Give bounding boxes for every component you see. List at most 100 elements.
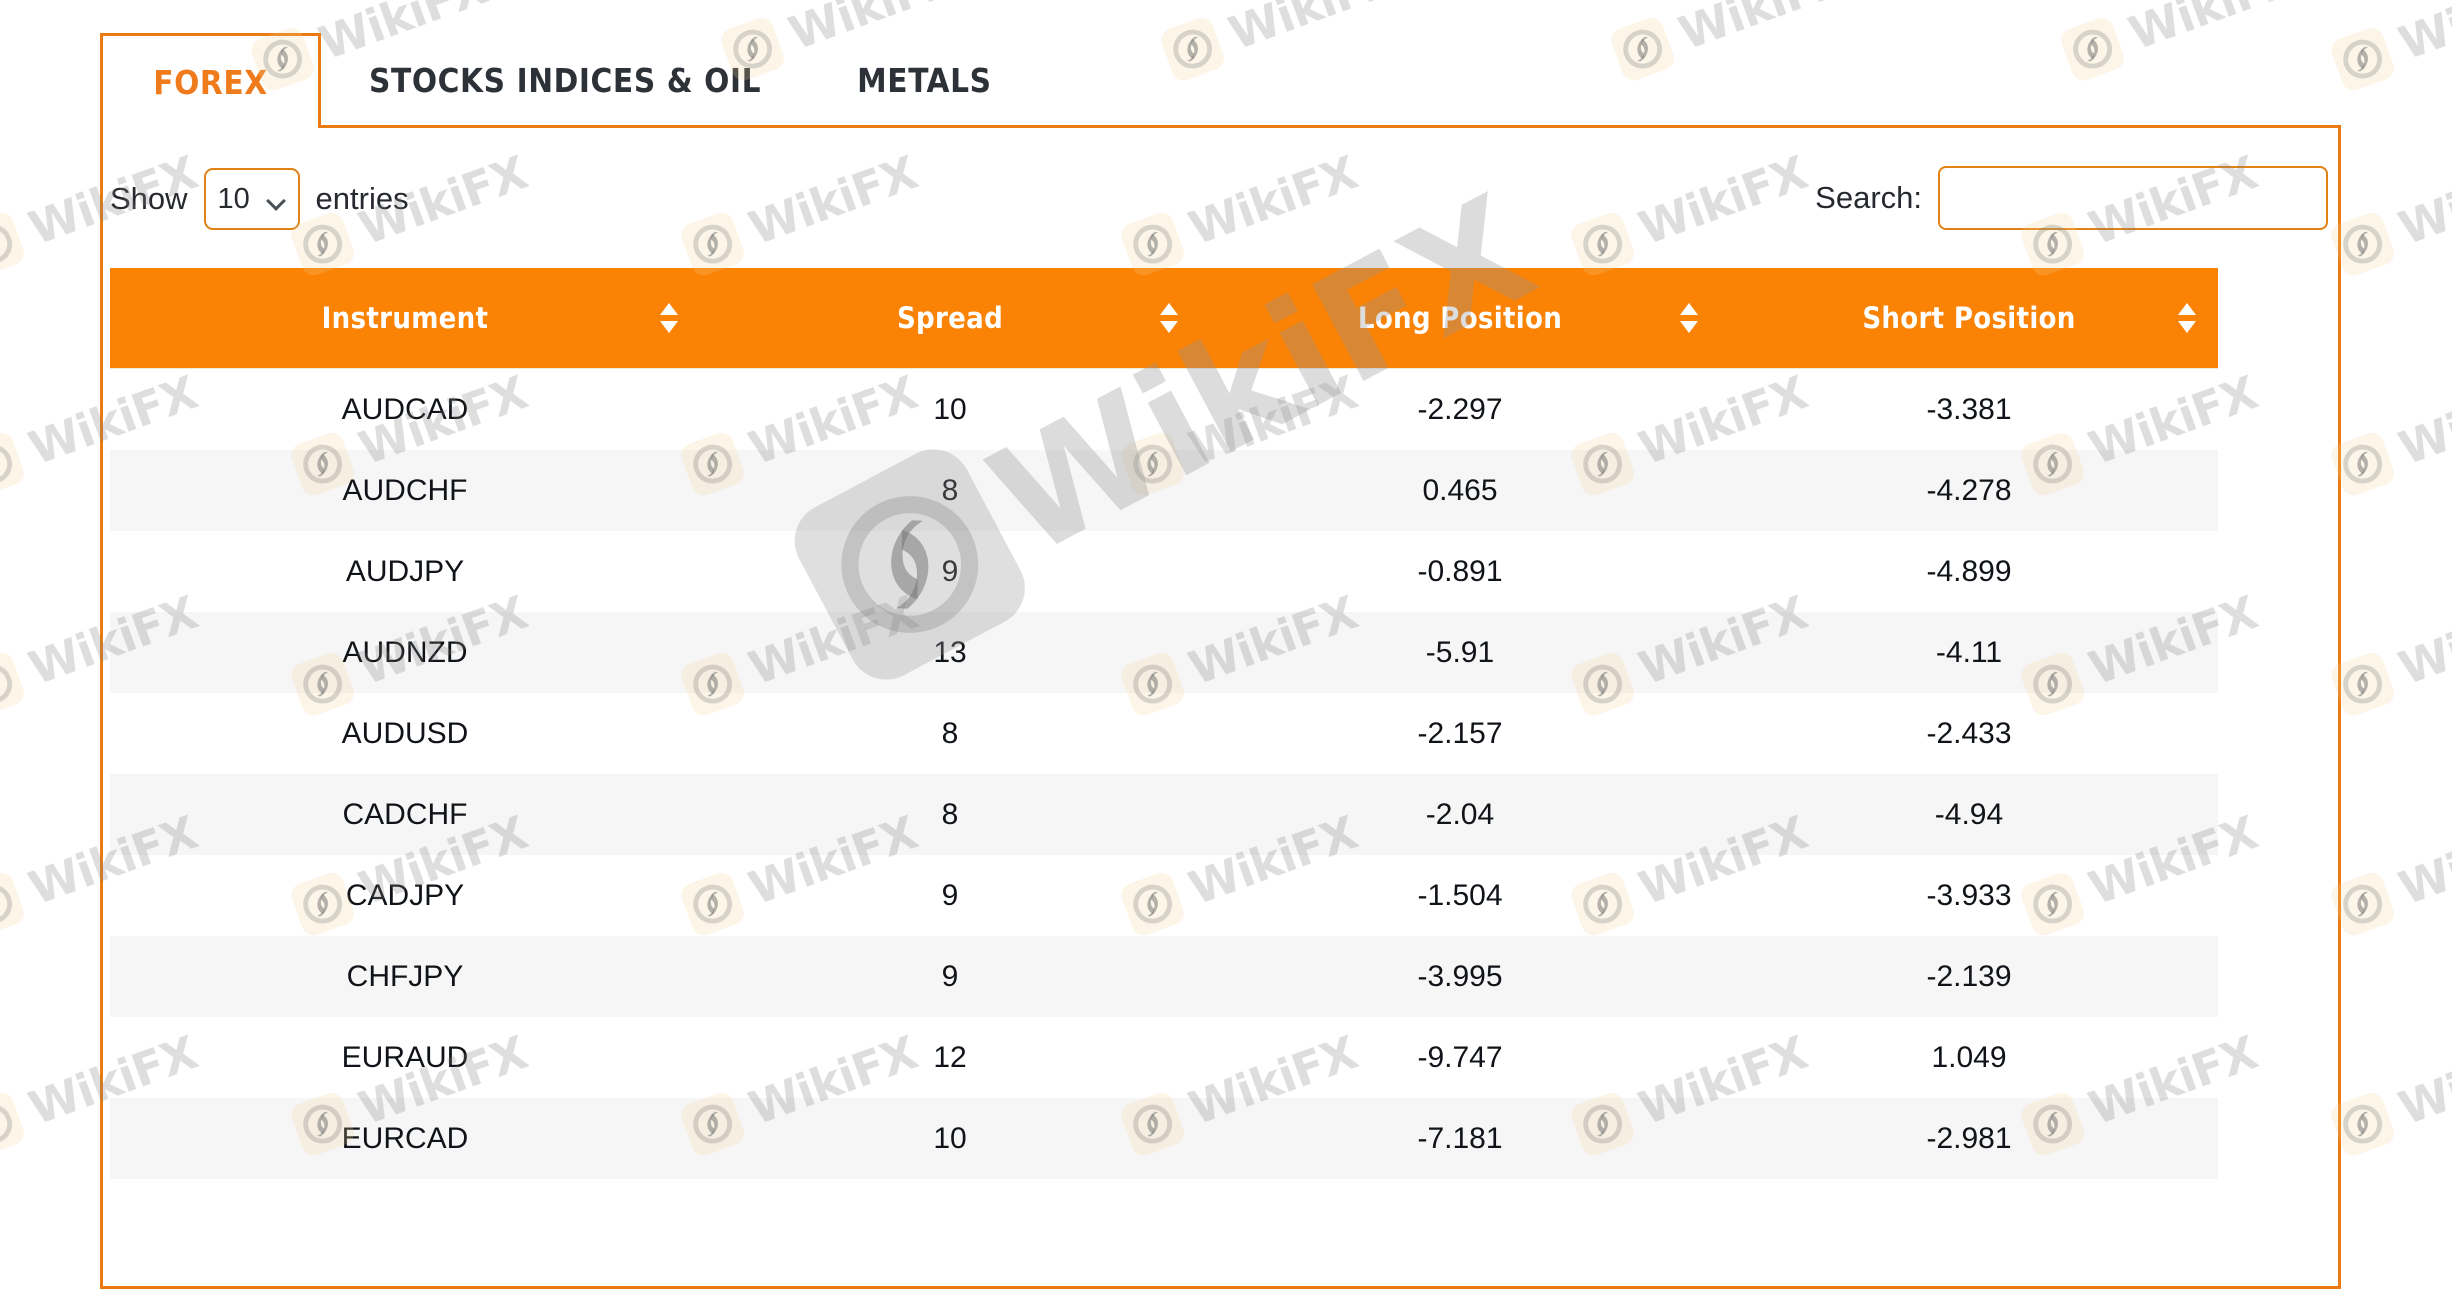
cell-short-position: -4.94 <box>1934 797 2004 831</box>
cell-long-position: -2.297 <box>1417 392 1503 426</box>
table-row: AUDCHF 8 0.465 -4.278 <box>110 450 2218 531</box>
search-input[interactable] <box>1938 166 2328 230</box>
wikifx-logo-icon <box>0 209 28 279</box>
table-row: AUDNZD 13 -5.91 -4.11 <box>110 612 2218 693</box>
table-toolbar: Show 10 entries Search: <box>103 128 2338 248</box>
tab-stocks-indices-oil-label: STOCKS INDICES & OIL <box>369 61 762 100</box>
watermark: WikiFX <box>2328 365 2452 499</box>
cell-spread: 9 <box>941 959 959 993</box>
cell-short-position: -3.933 <box>1926 878 2012 912</box>
cell-instrument: EURAUD <box>341 1040 469 1074</box>
sort-icon <box>1160 303 1178 333</box>
cell-instrument: AUDJPY <box>345 554 465 588</box>
column-header-spread-label: Spread <box>896 301 1004 335</box>
watermark: WikiFX <box>2328 145 2452 279</box>
cell-spread: 9 <box>941 554 959 588</box>
wikifx-logo-icon <box>0 1089 28 1159</box>
show-label: Show <box>110 181 188 216</box>
cell-instrument: CADCHF <box>342 797 468 831</box>
column-header-short-position-label: Short Position <box>1862 301 2076 335</box>
watermark: WikiFX <box>2328 0 2452 94</box>
tab-strip: FOREX STOCKS INDICES & OIL METALS <box>100 33 2341 128</box>
table-row: AUDUSD 8 -2.157 -2.433 <box>110 693 2218 774</box>
watermark: WikiFX <box>2328 585 2452 719</box>
cell-short-position: -3.381 <box>1926 392 2012 426</box>
tab-metals[interactable]: METALS <box>809 33 1040 128</box>
sort-icon <box>1680 303 1698 333</box>
cell-instrument: CHFJPY <box>346 959 464 993</box>
cell-spread: 10 <box>933 392 967 426</box>
column-header-long-position[interactable]: Long Position <box>1200 268 1720 369</box>
tab-metals-label: METALS <box>857 61 992 100</box>
cell-short-position: 1.049 <box>1931 1040 2007 1074</box>
cell-long-position: -9.747 <box>1417 1040 1503 1074</box>
cell-short-position: -4.11 <box>1935 635 2003 669</box>
cell-instrument: AUDCHF <box>342 473 468 507</box>
cell-long-position: -1.504 <box>1417 878 1503 912</box>
cell-short-position: -4.899 <box>1926 554 2012 588</box>
cell-instrument: CADJPY <box>345 878 465 912</box>
cell-long-position: -5.91 <box>1425 635 1495 669</box>
cell-spread: 8 <box>941 797 959 831</box>
cell-long-position: -7.181 <box>1417 1121 1503 1155</box>
cell-long-position: 0.465 <box>1422 473 1498 507</box>
chevron-down-icon <box>269 194 286 204</box>
table-row: CADCHF 8 -2.04 -4.94 <box>110 774 2218 855</box>
cell-short-position: -2.139 <box>1926 959 2012 993</box>
cell-spread: 9 <box>941 878 959 912</box>
wikifx-logo-icon <box>0 429 28 499</box>
column-header-spread[interactable]: Spread <box>700 268 1200 369</box>
cell-long-position: -0.891 <box>1417 554 1503 588</box>
watermark: WikiFX <box>2328 1025 2452 1159</box>
cell-instrument: AUDNZD <box>342 635 468 669</box>
table-header: Instrument Spread Long Position Short Po… <box>110 268 2218 369</box>
cell-long-position: -2.157 <box>1417 716 1503 750</box>
watermark-text: WikiFX <box>2391 805 2452 916</box>
cell-short-position: -2.981 <box>1926 1121 2012 1155</box>
tab-forex[interactable]: FOREX <box>100 33 321 128</box>
column-header-long-position-label: Long Position <box>1357 301 1563 335</box>
watermark-text: WikiFX <box>2391 145 2452 256</box>
page-length-value: 10 <box>217 182 250 215</box>
sort-icon <box>2178 303 2196 333</box>
tab-stocks-indices-oil[interactable]: STOCKS INDICES & OIL <box>321 33 810 128</box>
watermark-text: WikiFX <box>2391 365 2452 476</box>
instruments-table: Instrument Spread Long Position Short Po… <box>110 268 2218 1179</box>
cell-long-position: -3.995 <box>1417 959 1503 993</box>
column-header-instrument-label: Instrument <box>321 301 489 335</box>
instrument-tabs-panel: FOREX STOCKS INDICES & OIL METALS Show 1… <box>100 33 2341 1289</box>
tab-panel-forex: Show 10 entries Search: Instrument Sprea… <box>100 125 2341 1289</box>
table-row: CADJPY 9 -1.504 -3.933 <box>110 855 2218 936</box>
cell-spread: 8 <box>941 473 959 507</box>
table-row: CHFJPY 9 -3.995 -2.139 <box>110 936 2218 1017</box>
entries-label: entries <box>315 181 409 216</box>
page-length-select[interactable]: 10 <box>203 168 300 230</box>
cell-spread: 12 <box>933 1040 967 1074</box>
watermark: WikiFX <box>2328 805 2452 939</box>
column-header-instrument[interactable]: Instrument <box>110 268 700 369</box>
cell-spread: 13 <box>933 635 967 669</box>
watermark-text: WikiFX <box>2391 1025 2452 1136</box>
search-control: Search: <box>1815 166 2328 230</box>
cell-spread: 10 <box>933 1121 967 1155</box>
watermark-text: WikiFX <box>2391 585 2452 696</box>
table-row: EURAUD 12 -9.747 1.049 <box>110 1017 2218 1098</box>
cell-instrument: AUDUSD <box>341 716 469 750</box>
table-row: EURCAD 10 -7.181 -2.981 <box>110 1098 2218 1179</box>
cell-long-position: -2.04 <box>1425 797 1495 831</box>
tab-forex-label: FOREX <box>153 62 268 102</box>
sort-icon <box>660 303 678 333</box>
search-label: Search: <box>1815 180 1922 215</box>
column-header-short-position[interactable]: Short Position <box>1720 268 2218 369</box>
active-tab-seam <box>103 122 318 128</box>
watermark-text: WikiFX <box>2391 0 2452 71</box>
cell-instrument: EURCAD <box>341 1121 469 1155</box>
table-header-row: Instrument Spread Long Position Short Po… <box>110 268 2218 369</box>
page-length-control: Show 10 entries <box>110 168 409 230</box>
cell-spread: 8 <box>941 716 959 750</box>
table-row: AUDCAD 10 -2.297 -3.381 <box>110 368 2218 450</box>
wikifx-logo-icon <box>0 869 28 939</box>
wikifx-logo-icon <box>0 649 28 719</box>
table-body: AUDCAD 10 -2.297 -3.381 AUDCHF 8 0.465 -4.278 AU… <box>110 368 2218 1179</box>
cell-short-position: -4.278 <box>1926 473 2012 507</box>
